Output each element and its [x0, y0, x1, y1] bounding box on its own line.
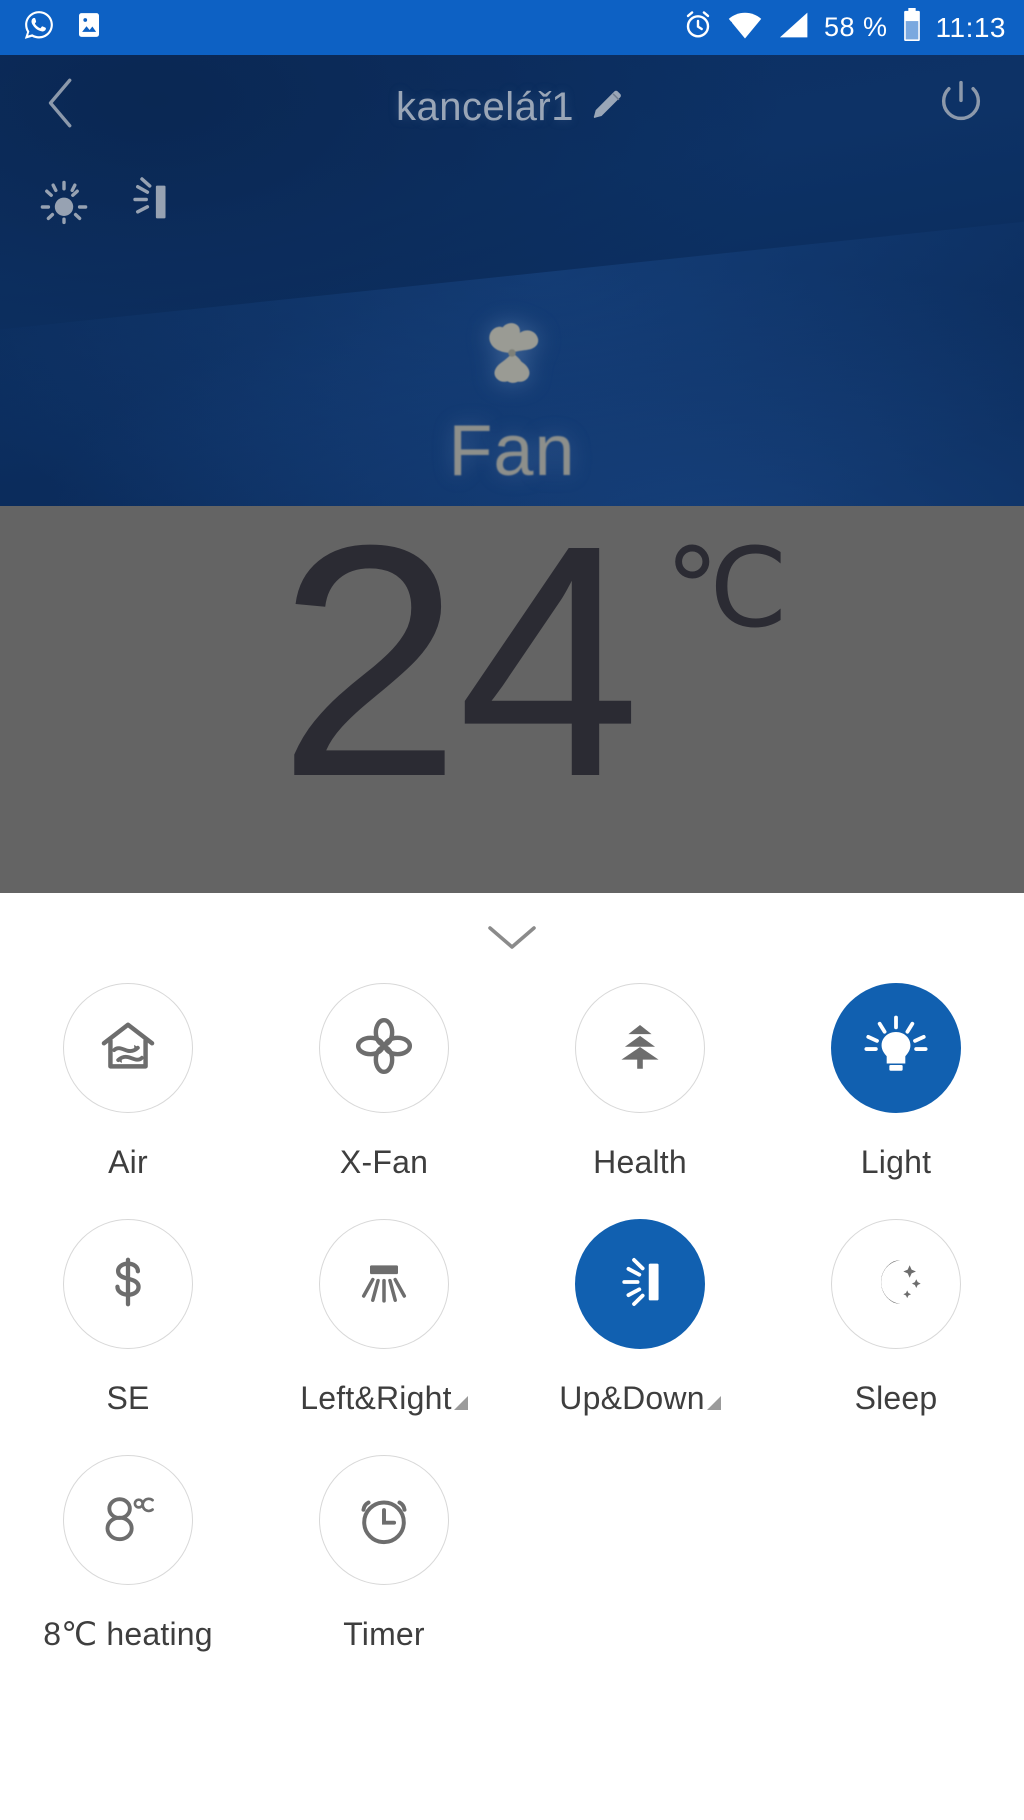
function-leftright-label: Left&Right: [300, 1371, 468, 1417]
grid-row-gap: [0, 1417, 256, 1441]
function-updown-circle[interactable]: [575, 1219, 705, 1349]
updown-swing-status-icon: [120, 174, 174, 233]
function-updown[interactable]: Up&Down: [512, 1205, 768, 1417]
temperature-value: 24: [277, 506, 641, 845]
function-xfan-circle[interactable]: [319, 983, 449, 1113]
function-8c-heating[interactable]: 8℃ heating: [0, 1441, 256, 1653]
dollar-icon: [95, 1249, 161, 1320]
functions-bottom-sheet: Air X-Fan Health Light SE Left&Right Up&…: [0, 893, 1024, 1653]
expand-corner-icon: [706, 1396, 721, 1410]
function-label-text: Air: [108, 1144, 148, 1180]
function-label-text: 8℃ heating: [43, 1616, 213, 1652]
back-button[interactable]: [26, 70, 96, 140]
function-air-circle[interactable]: [63, 983, 193, 1113]
power-icon: [935, 77, 987, 134]
function-timer-circle[interactable]: [319, 1455, 449, 1585]
alarm-clock-icon: [348, 1482, 420, 1559]
temperature-unit: ℃: [664, 527, 789, 650]
function-air-label: Air: [108, 1135, 148, 1181]
function-label-text: Sleep: [854, 1380, 938, 1416]
function-8c-heating-label: 8℃ heating: [43, 1607, 213, 1653]
mode-label: Fan: [448, 411, 576, 491]
function-light-circle[interactable]: [831, 983, 961, 1113]
moon-stars-icon: [861, 1247, 931, 1322]
grid-row-gap: [512, 1417, 768, 1441]
device-status-indicator-row: [0, 169, 1024, 233]
function-timer[interactable]: Timer: [256, 1441, 512, 1653]
empty-circle: [831, 1455, 961, 1585]
function-health-label: Health: [593, 1135, 687, 1181]
grid-row-gap: [256, 1417, 512, 1441]
temperature-panel[interactable]: 24 ℃: [0, 506, 1024, 893]
wifi-icon: [728, 10, 762, 45]
function-sleep-label: Sleep: [855, 1371, 938, 1417]
grid-row-gap: [0, 1181, 256, 1205]
function-leftright-circle[interactable]: [319, 1219, 449, 1349]
function-empty-slot: [512, 1441, 768, 1653]
temperature-readout: 24 ℃: [0, 506, 1024, 836]
function-light[interactable]: Light: [768, 969, 1024, 1181]
current-mode-display: Fan: [0, 307, 1024, 492]
function-light-label: Light: [861, 1135, 931, 1181]
function-label-text: X-Fan: [339, 1144, 429, 1180]
grid-row-gap: [768, 1417, 1024, 1441]
function-timer-label: Timer: [343, 1607, 425, 1653]
image-icon: [74, 10, 104, 45]
function-label-text: Up&Down: [559, 1380, 705, 1416]
alarm-icon: [682, 9, 714, 46]
android-status-bar: 58 % 11:13: [0, 0, 1024, 55]
power-button[interactable]: [926, 70, 996, 140]
expand-corner-icon: [453, 1396, 468, 1410]
pine-tree-icon: [605, 1011, 675, 1086]
function-sleep[interactable]: Sleep: [768, 1205, 1024, 1417]
grid-row-gap: [512, 1181, 768, 1205]
battery-icon: [902, 8, 922, 47]
function-label-text: Light: [860, 1144, 932, 1180]
function-leftright[interactable]: Left&Right: [256, 1205, 512, 1417]
collapse-sheet-button[interactable]: [0, 911, 1024, 969]
function-empty-slot: [768, 1441, 1024, 1653]
function-grid: Air X-Fan Health Light SE Left&Right Up&…: [0, 969, 1024, 1653]
fan-pinwheel-icon: [466, 307, 558, 404]
device-hero-panel: kancelář1 Fan: [0, 55, 1024, 506]
battery-percent-label: 58 %: [823, 12, 888, 42]
function-updown-label: Up&Down: [559, 1371, 721, 1417]
device-title-row[interactable]: kancelář1: [96, 85, 926, 130]
status-bar-system-icons: 58 % 11:13: [682, 8, 1006, 47]
light-status-icon: [36, 176, 92, 233]
function-8c-heating-circle[interactable]: [63, 1455, 193, 1585]
function-health[interactable]: Health: [512, 969, 768, 1181]
back-chevron-icon: [40, 75, 82, 136]
chevron-down-icon: [486, 923, 538, 958]
function-label-text: Timer: [343, 1616, 425, 1652]
four-petal-fan-icon: [350, 1012, 418, 1085]
function-se-label: SE: [106, 1371, 149, 1417]
function-se[interactable]: SE: [0, 1205, 256, 1417]
clock-label: 11:13: [935, 11, 1006, 43]
up-down-swing-icon: [605, 1247, 675, 1322]
signal-icon: [776, 10, 810, 45]
whatsapp-icon: [22, 8, 56, 47]
function-xfan-label: X-Fan: [340, 1135, 428, 1181]
grid-row-gap: [256, 1181, 512, 1205]
function-label-text: Left&Right: [300, 1380, 452, 1416]
left-right-swing-icon: [349, 1247, 419, 1322]
eight-degree-icon: [91, 1481, 165, 1560]
lightbulb-icon: [858, 1008, 934, 1089]
function-xfan[interactable]: X-Fan: [256, 969, 512, 1181]
function-label-text: SE: [106, 1380, 150, 1416]
status-bar-notification-icons: [22, 8, 104, 47]
function-air[interactable]: Air: [0, 969, 256, 1181]
pencil-icon[interactable]: [590, 87, 626, 128]
grid-row-gap: [768, 1181, 1024, 1205]
function-health-circle[interactable]: [575, 983, 705, 1113]
app-toolbar: kancelář1: [0, 55, 1024, 155]
house-airflow-icon: [91, 1009, 165, 1088]
function-sleep-circle[interactable]: [831, 1219, 961, 1349]
function-label-text: Health: [593, 1144, 687, 1180]
function-se-circle[interactable]: [63, 1219, 193, 1349]
empty-circle: [575, 1455, 705, 1585]
page-title: kancelář1: [396, 84, 574, 129]
